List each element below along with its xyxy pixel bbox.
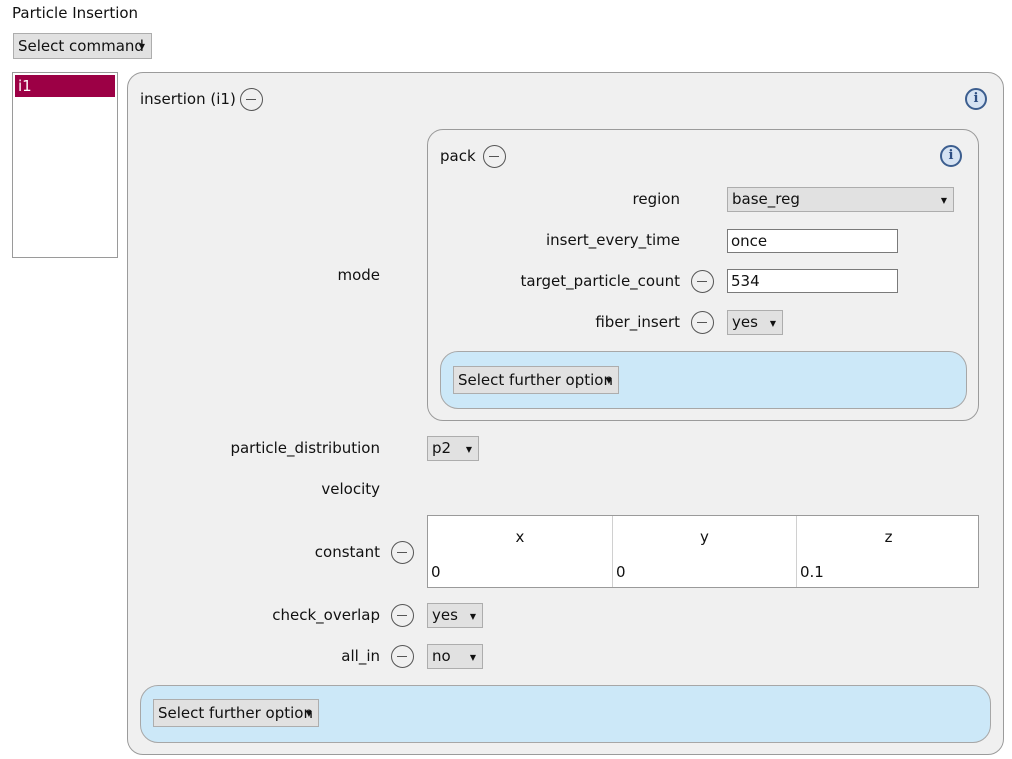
region-value: base_reg [732, 190, 800, 208]
select-command-dropdown[interactable]: Select command ▼ [13, 33, 152, 59]
all-in-value: no [432, 647, 451, 665]
all-in-dropdown[interactable]: no ▼ [427, 644, 483, 669]
constant-col-x: x 0 [428, 516, 612, 587]
insert-every-time-input[interactable]: once [727, 229, 898, 253]
dropdown-arrow-icon: ▼ [469, 612, 476, 621]
insertion-further-option-label: Select further option [158, 704, 313, 722]
remove-all-in-button[interactable] [391, 645, 414, 668]
fiber-insert-dropdown[interactable]: yes ▼ [727, 310, 783, 335]
pack-further-option-dropdown[interactable]: Select further option ▼ [453, 366, 619, 394]
fiber-insert-value: yes [732, 313, 758, 331]
constant-value-x[interactable]: 0 [431, 563, 441, 581]
all-in-label: all_in [341, 647, 380, 665]
particle-distribution-label: particle_distribution [230, 439, 380, 457]
remove-constant-button[interactable] [391, 541, 414, 564]
command-list[interactable]: i1 [12, 72, 118, 258]
velocity-label: velocity [321, 480, 380, 498]
dropdown-arrow-icon: ▼ [940, 196, 947, 205]
mode-label: mode [337, 266, 380, 284]
dropdown-arrow-icon: ▼ [769, 319, 776, 328]
select-command-label: Select command [18, 37, 144, 55]
constant-header-z: z [884, 528, 893, 546]
check-overlap-label: check_overlap [272, 606, 380, 624]
list-item-i1[interactable]: i1 [15, 75, 115, 97]
info-icon[interactable]: i [965, 88, 987, 110]
constant-col-z: z 0.1 [796, 516, 980, 587]
target-particle-count-label: target_particle_count [520, 272, 681, 290]
remove-fiber-insert-button[interactable] [691, 311, 714, 334]
dropdown-arrow-icon: ▼ [138, 42, 145, 51]
check-overlap-dropdown[interactable]: yes ▼ [427, 603, 483, 628]
constant-label: constant [314, 543, 380, 561]
pack-further-option-label: Select further option [458, 371, 613, 389]
insert-every-time-label: insert_every_time [545, 231, 680, 249]
region-label: region [632, 190, 680, 208]
constant-value-z[interactable]: 0.1 [800, 563, 824, 581]
particle-distribution-dropdown[interactable]: p2 ▼ [427, 436, 479, 461]
region-dropdown[interactable]: base_reg ▼ [727, 187, 954, 212]
window-title: Particle Insertion [12, 4, 139, 22]
pack-title: pack [440, 147, 476, 165]
particle-distribution-value: p2 [432, 439, 452, 457]
dropdown-arrow-icon: ▼ [469, 653, 476, 662]
constant-col-y: y 0 [612, 516, 796, 587]
constant-table: x 0 y 0 z 0.1 [427, 515, 979, 588]
dropdown-arrow-icon: ▼ [605, 376, 612, 385]
pack-info-icon[interactable]: i [940, 145, 962, 167]
remove-target-particle-count-button[interactable] [691, 270, 714, 293]
collapse-insertion-button[interactable] [240, 88, 263, 111]
dropdown-arrow-icon: ▼ [465, 445, 472, 454]
fiber-insert-label: fiber_insert [595, 313, 680, 331]
insertion-title: insertion (i1) [140, 90, 236, 108]
dropdown-arrow-icon: ▼ [305, 709, 312, 718]
insertion-further-option-dropdown[interactable]: Select further option ▼ [153, 699, 319, 727]
remove-check-overlap-button[interactable] [391, 604, 414, 627]
target-particle-count-input[interactable]: 534 [727, 269, 898, 293]
constant-header-y: y [700, 528, 709, 546]
constant-header-x: x [515, 528, 525, 546]
constant-value-y[interactable]: 0 [616, 563, 626, 581]
collapse-pack-button[interactable] [483, 145, 506, 168]
check-overlap-value: yes [432, 606, 458, 624]
